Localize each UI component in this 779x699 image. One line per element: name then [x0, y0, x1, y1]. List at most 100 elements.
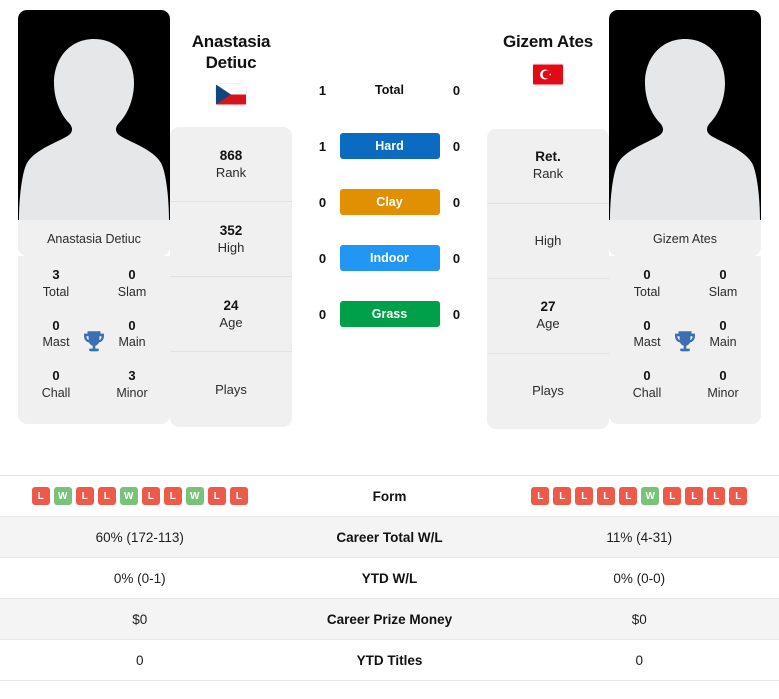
form-badge-loss[interactable]: L — [31, 487, 50, 505]
title-stat-total: 0 Total — [633, 267, 661, 299]
form-badge-loss[interactable]: L — [663, 487, 682, 505]
form-badge-loss[interactable]: L — [207, 487, 226, 505]
person-silhouette-icon — [19, 39, 169, 220]
table-row: 0% (0-1) YTD W/L 0% (0-0) — [0, 558, 779, 599]
form-badge-loss[interactable]: L — [553, 487, 572, 505]
form-badge-loss[interactable]: L — [597, 487, 616, 505]
form-badge-win[interactable]: W — [641, 487, 660, 505]
form-badge-loss[interactable]: L — [141, 487, 160, 505]
titles-row: 0 Total 0 Slam — [609, 258, 761, 309]
form-badge-win[interactable]: W — [119, 487, 138, 505]
form-badge-loss[interactable]: L — [619, 487, 638, 505]
titles-row: 0 Chall 3 Minor — [18, 359, 170, 410]
left-player-column: Anastasia Detiuc 3 Total 0 Slam 0 Mast 0… — [18, 10, 170, 424]
surface-label-total: Total — [375, 83, 404, 97]
right-ytd-titles: 0 — [635, 652, 643, 668]
rank-cell-rank: Ret. Rank — [487, 129, 609, 204]
trophy-icon — [84, 331, 104, 352]
left-player-name-line1: Anastasia — [191, 32, 271, 51]
stat-label-ytd-titles: YTD Titles — [356, 652, 423, 668]
comparison-stats-table: LWLLWLLWLL Form LLLLLWLLLL 60% (172-113)… — [0, 475, 779, 681]
rank-cell-high: 352 High — [170, 202, 292, 278]
h2h-row-grass: 0 Grass 0 — [292, 286, 487, 342]
right-player-card[interactable]: Gizem Ates — [609, 10, 761, 256]
h2h-row-indoor: 0 Indoor 0 — [292, 230, 487, 286]
left-player-titles-panel: 3 Total 0 Slam 0 Mast 0 Main 0 Chall 3 M… — [18, 256, 170, 424]
h2h-row-total: 1 Total 0 — [292, 62, 487, 118]
title-stat-total: 3 Total — [42, 267, 70, 299]
right-career-prize-money: $0 — [631, 611, 647, 627]
form-badge-loss[interactable]: L — [575, 487, 594, 505]
right-ytd-wl: 0% (0-0) — [613, 570, 666, 586]
form-badge-win[interactable]: W — [185, 487, 204, 505]
stat-label-form: Form — [372, 488, 407, 504]
rank-cell-age: 27 Age — [487, 279, 609, 354]
stat-label-ytd-wl: YTD W/L — [361, 570, 418, 586]
h2h-left-score: 0 — [318, 194, 327, 210]
left-form-strip: LWLLWLLWLL — [6, 487, 274, 505]
cz-flag-icon — [216, 84, 246, 105]
form-badge-loss[interactable]: L — [531, 487, 550, 505]
table-row: 60% (172-113) Career Total W/L 11% (4-31… — [0, 517, 779, 558]
h2h-right-score: 0 — [452, 250, 461, 266]
rank-cell-plays: Plays — [532, 383, 564, 399]
title-stat-slam: 0 Slam — [708, 267, 738, 299]
surface-badge-clay[interactable]: Clay — [339, 189, 440, 215]
title-stat-slam: 0 Slam — [117, 267, 147, 299]
h2h-right-score: 0 — [452, 194, 461, 210]
left-player-card[interactable]: Anastasia Detiuc — [18, 10, 170, 256]
h2h-left-score: 1 — [318, 82, 327, 98]
left-player-name-column: Anastasia Detiuc 868 Rank 352 High 24 Ag… — [170, 10, 292, 428]
right-player-rank-panel: Ret. Rank High 27 Age Plays — [487, 128, 609, 429]
form-badge-loss[interactable]: L — [97, 487, 116, 505]
surface-badge-hard[interactable]: Hard — [339, 133, 440, 159]
title-stat-minor: 3 Minor — [116, 368, 148, 400]
h2h-right-score: 0 — [452, 82, 461, 98]
rank-cell-age: 24 Age — [170, 277, 292, 353]
h2h-surface-wrap: Total — [340, 83, 440, 97]
h2h-surface-wrap: Clay — [339, 189, 440, 215]
right-player-flag-wrap — [487, 64, 609, 85]
h2h-left-score: 0 — [318, 250, 327, 266]
right-player-titles-panel: 0 Total 0 Slam 0 Mast 0 Main 0 Chall 0 M… — [609, 256, 761, 424]
right-player-avatar-name: Gizem Ates — [609, 220, 761, 256]
form-badge-loss[interactable]: L — [707, 487, 726, 505]
rank-cell-rank: 868 Rank — [170, 127, 292, 203]
title-stat-chall: 0 Chall — [632, 368, 662, 400]
right-career-total-wl: 11% (4-31) — [606, 529, 673, 545]
right-player-name: Gizem Ates — [503, 32, 593, 51]
form-badge-win[interactable]: W — [53, 487, 72, 505]
form-badge-loss[interactable]: L — [75, 487, 94, 505]
surface-badge-grass[interactable]: Grass — [339, 301, 440, 327]
form-badge-loss[interactable]: L — [163, 487, 182, 505]
right-player-avatar — [609, 10, 761, 220]
h2h-right-score: 0 — [452, 306, 461, 322]
trophy-icon — [675, 331, 695, 352]
person-silhouette-icon — [610, 39, 760, 220]
table-row: $0 Career Prize Money $0 — [0, 599, 779, 640]
h2h-surface-wrap: Hard — [339, 133, 440, 159]
titles-row: 3 Total 0 Slam — [18, 258, 170, 309]
left-player-flag-wrap — [170, 84, 292, 105]
left-career-total-wl: 60% (172-113) — [95, 529, 184, 545]
surface-badge-indoor[interactable]: Indoor — [339, 245, 440, 271]
left-player-name: Anastasia Detiuc — [170, 32, 292, 73]
form-badge-loss[interactable]: L — [685, 487, 704, 505]
left-ytd-wl: 0% (0-1) — [113, 570, 166, 586]
form-badge-loss[interactable]: L — [229, 487, 248, 505]
form-badge-loss[interactable]: L — [729, 487, 748, 505]
rank-cell-plays: Plays — [215, 381, 247, 397]
right-form-strip: LLLLLWLLLL — [506, 487, 774, 505]
table-row: LWLLWLLWLL Form LLLLLWLLLL — [0, 476, 779, 517]
player-comparison-header: Anastasia Detiuc 3 Total 0 Slam 0 Mast 0… — [0, 0, 779, 475]
rank-cell-high: High — [487, 204, 609, 279]
right-player-column: Gizem Ates 0 Total 0 Slam 0 Mast 0 Main … — [609, 10, 761, 424]
tr-flag-icon — [533, 64, 563, 85]
head-to-head-surfaces: 1 Total 0 1 Hard 0 0 Clay 0 0 Indoor 0 0… — [292, 10, 487, 342]
right-form-cell: LLLLLWLLLL — [500, 487, 779, 505]
h2h-row-clay: 0 Clay 0 — [292, 174, 487, 230]
left-player-avatar-name: Anastasia Detiuc — [18, 220, 170, 256]
table-row: 0 YTD Titles 0 — [0, 640, 779, 681]
h2h-left-score: 1 — [318, 138, 327, 154]
h2h-right-score: 0 — [452, 138, 461, 154]
